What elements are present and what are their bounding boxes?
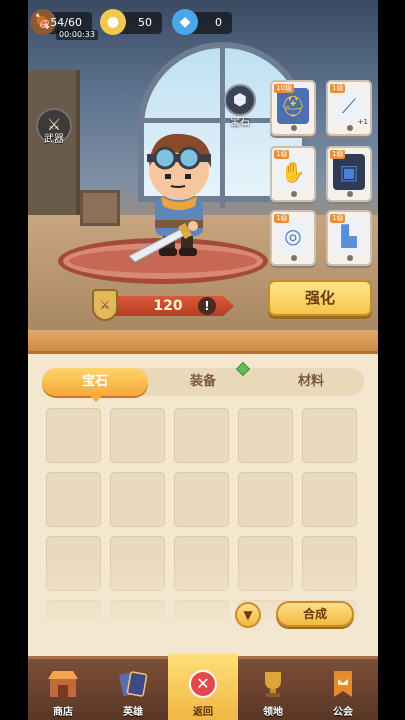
nav-shop[interactable]: 商店 [28, 659, 98, 720]
inventory-cell[interactable] [302, 472, 357, 527]
stamina-timer: 00:00:33 [56, 30, 98, 40]
nav-territory[interactable]: 领地 [238, 659, 308, 720]
diamond-icon: ◆ [172, 9, 198, 35]
shield-sword-icon: ⚔ [92, 289, 118, 321]
close-icon: ✕ [185, 667, 221, 701]
tab-material[interactable]: 材料 [258, 368, 364, 396]
ring-icon: ◎ [277, 218, 309, 254]
guild-banner-icon [325, 667, 361, 701]
slot-indicator [347, 255, 353, 261]
info-alert-icon[interactable]: ! [198, 297, 216, 315]
inventory-cell[interactable] [174, 472, 229, 527]
weapon-label: 武器 [44, 134, 64, 145]
enhance-button[interactable]: 强化 [268, 280, 372, 316]
slot-indicator [347, 125, 353, 131]
inventory-cell[interactable] [302, 408, 357, 463]
slot-indicator [291, 191, 297, 197]
boot-icon: ▙ [333, 218, 365, 254]
inventory-cell[interactable] [174, 408, 229, 463]
nav-hero[interactable]: 英雄 [98, 659, 168, 720]
nav-back[interactable]: ✕ 返回 [168, 653, 238, 720]
inventory-cell[interactable] [46, 472, 101, 527]
gem-hexagon-icon: ⬢ [233, 90, 247, 109]
trophy-icon [255, 667, 291, 701]
hero-cards-icon [115, 667, 151, 701]
tab-gem[interactable]: 宝石 [42, 368, 148, 402]
glove-icon: ✋ [277, 154, 309, 190]
gold-counter[interactable]: ● 50 [100, 9, 162, 35]
slot-indicator [291, 255, 297, 261]
diamond-counter[interactable]: ◆ 0 [172, 9, 232, 35]
slot-indicator [347, 191, 353, 197]
inventory-cell[interactable] [238, 408, 293, 463]
equip-slot-armor[interactable]: ▣ 1级 [326, 146, 372, 202]
gem-label: 宝石 [230, 117, 250, 128]
gem-button[interactable]: ⬢ [224, 84, 256, 116]
filter-button[interactable]: ▼ [235, 602, 261, 628]
equip-slot-gloves[interactable]: ✋ 1级 [270, 146, 316, 202]
power-value: 120 [153, 298, 183, 314]
gold-coin-icon: ● [100, 9, 126, 35]
combine-button[interactable]: 合成 [276, 601, 354, 627]
filter-icon: ▼ [243, 608, 253, 622]
equip-slot-helmet[interactable]: ⛑ 10级 [270, 80, 316, 136]
wood-divider [28, 330, 378, 354]
hero-character[interactable] [123, 120, 233, 270]
inventory-cell[interactable] [110, 472, 165, 527]
helmet-icon: ⛑ [277, 88, 309, 124]
bottom-nav: 商店 英雄 ✕ 返回 领地 公会 [28, 653, 378, 720]
inventory-cell[interactable] [238, 472, 293, 527]
wooden-crate [80, 190, 120, 226]
inventory-cell[interactable] [110, 408, 165, 463]
equip-slot-ring[interactable]: ◎ 1级 [270, 210, 316, 266]
nav-guild[interactable]: 公会 [308, 659, 378, 720]
equip-slot-weapon[interactable]: ⟋ 1级 +1 [326, 80, 372, 136]
inventory-cell[interactable] [46, 408, 101, 463]
armor-icon: ▣ [333, 154, 365, 190]
shop-icon [45, 667, 81, 701]
slot-indicator [291, 125, 297, 131]
equip-slot-boots[interactable]: ▙ 1级 [326, 210, 372, 266]
game-screen: 🍖 54/60 00:00:33 ● 50 ◆ 0 ⚔ 武器 ⬢ 宝石 ⛑ 10… [28, 0, 378, 720]
inventory-tabs: 宝石 装备 材料 [42, 368, 364, 402]
